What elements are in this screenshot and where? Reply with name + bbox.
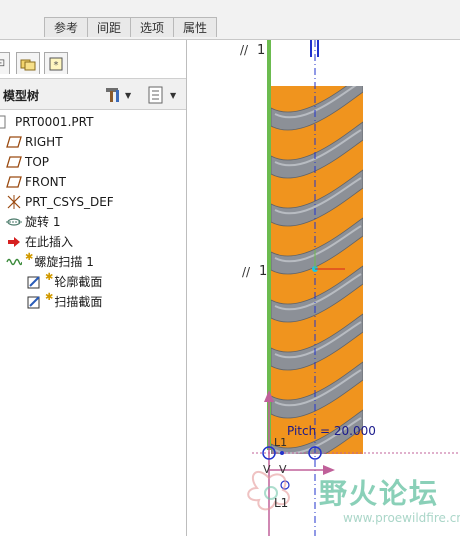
graphics-window[interactable]: // // V V 1 1 L1 L1 Pitch = 20.000 野火论坛 …: [187, 40, 460, 536]
tab-options[interactable]: 选项: [131, 17, 175, 37]
tree-item-label: 轮廓截面: [54, 275, 103, 289]
new-feature-star-icon: ✱: [45, 292, 54, 303]
sketch-icon: [26, 274, 42, 290]
dashboard-tab-bar: 参考 间距 选项 属性: [0, 0, 460, 40]
model-tree-panel: ⊡ * 模型树 ▼ ▼ PRT0001.PRT RIGHT TOP FRONT …: [0, 40, 187, 536]
datum-mark: //: [240, 43, 249, 57]
datum-label-top: 1: [257, 43, 266, 58]
datum-label-l1-bottom: L1: [274, 496, 289, 510]
tree-item-profile-section[interactable]: ✱ 轮廓截面: [26, 272, 102, 292]
tree-item-csys[interactable]: PRT_CSYS_DEF: [6, 192, 114, 212]
favorites-icon: *: [49, 57, 63, 71]
tree-item-label: FRONT: [25, 175, 66, 189]
navigator-tabs: ⊡ *: [0, 50, 186, 74]
tree-item-insert-here[interactable]: 在此插入: [6, 232, 73, 252]
datum-plane-icon: [6, 134, 22, 150]
navigator-tab-model-tree[interactable]: ⊡: [0, 52, 10, 74]
csys-icon: [6, 194, 22, 210]
svg-text:*: *: [54, 60, 59, 71]
insert-here-arrow-icon: [6, 234, 22, 250]
helical-sweep-icon: [6, 254, 22, 270]
navigator-tab-folder[interactable]: [16, 52, 40, 74]
tree-item-sweep-section[interactable]: ✱ 扫描截面: [26, 292, 102, 312]
tree-item-label: 螺旋扫描 1: [34, 255, 94, 269]
tree-item-part[interactable]: PRT0001.PRT: [0, 112, 93, 132]
tab-pitch[interactable]: 间距: [88, 17, 132, 37]
datum-plane-icon: [6, 174, 22, 190]
revolve-icon: [6, 214, 22, 230]
model-tree-header: 模型树 ▼ ▼: [0, 78, 186, 110]
vertex-marker: [280, 451, 284, 455]
sketch-icon: [26, 294, 42, 310]
tree-item-label: PRT_CSYS_DEF: [25, 195, 114, 209]
tree-item-front[interactable]: FRONT: [6, 172, 66, 192]
tools-icon: [106, 88, 119, 102]
model-tree-title: 模型树: [3, 89, 40, 103]
tab-references[interactable]: 参考: [44, 17, 89, 37]
dashboard-tabs: 参考 间距 选项 属性: [44, 17, 218, 38]
new-feature-star-icon: ✱: [45, 272, 54, 283]
chevron-down-icon: ▼: [170, 90, 177, 100]
watermark-url: www.proewildfire.cn: [343, 511, 460, 525]
tree-item-revolve[interactable]: 旋转 1: [6, 212, 60, 232]
new-feature-star-icon: ✱: [25, 252, 34, 263]
chevron-down-icon: ▼: [125, 90, 132, 100]
tree-show-button[interactable]: ▼: [148, 84, 176, 106]
tree-item-label: 旋转 1: [25, 215, 61, 229]
datum-mark: //: [242, 265, 251, 279]
datum-label-middle: 1: [259, 264, 268, 279]
tree-item-top[interactable]: TOP: [6, 152, 49, 172]
part-icon: [0, 114, 12, 130]
tree-settings-button[interactable]: ▼: [104, 84, 131, 106]
tree-item-label: PRT0001.PRT: [15, 115, 94, 129]
pitch-dimension-label[interactable]: Pitch = 20.000: [287, 424, 376, 438]
tree-item-label: RIGHT: [25, 135, 63, 149]
watermark-title: 野火论坛: [319, 477, 440, 510]
tab-properties[interactable]: 属性: [174, 17, 218, 37]
tree-item-label: 扫描截面: [54, 295, 103, 309]
tree-tab-icon: ⊡: [0, 58, 6, 69]
helical-sweep-model[interactable]: // // V V: [187, 40, 460, 536]
tree-item-right[interactable]: RIGHT: [6, 132, 63, 152]
datum-plane-icon: [6, 154, 22, 170]
list-icon: [148, 86, 163, 104]
tree-item-label: TOP: [25, 155, 50, 169]
datum-label-l1: L1: [274, 436, 288, 449]
navigator-tab-favorites[interactable]: *: [44, 52, 68, 74]
folder-icon: [20, 59, 36, 70]
